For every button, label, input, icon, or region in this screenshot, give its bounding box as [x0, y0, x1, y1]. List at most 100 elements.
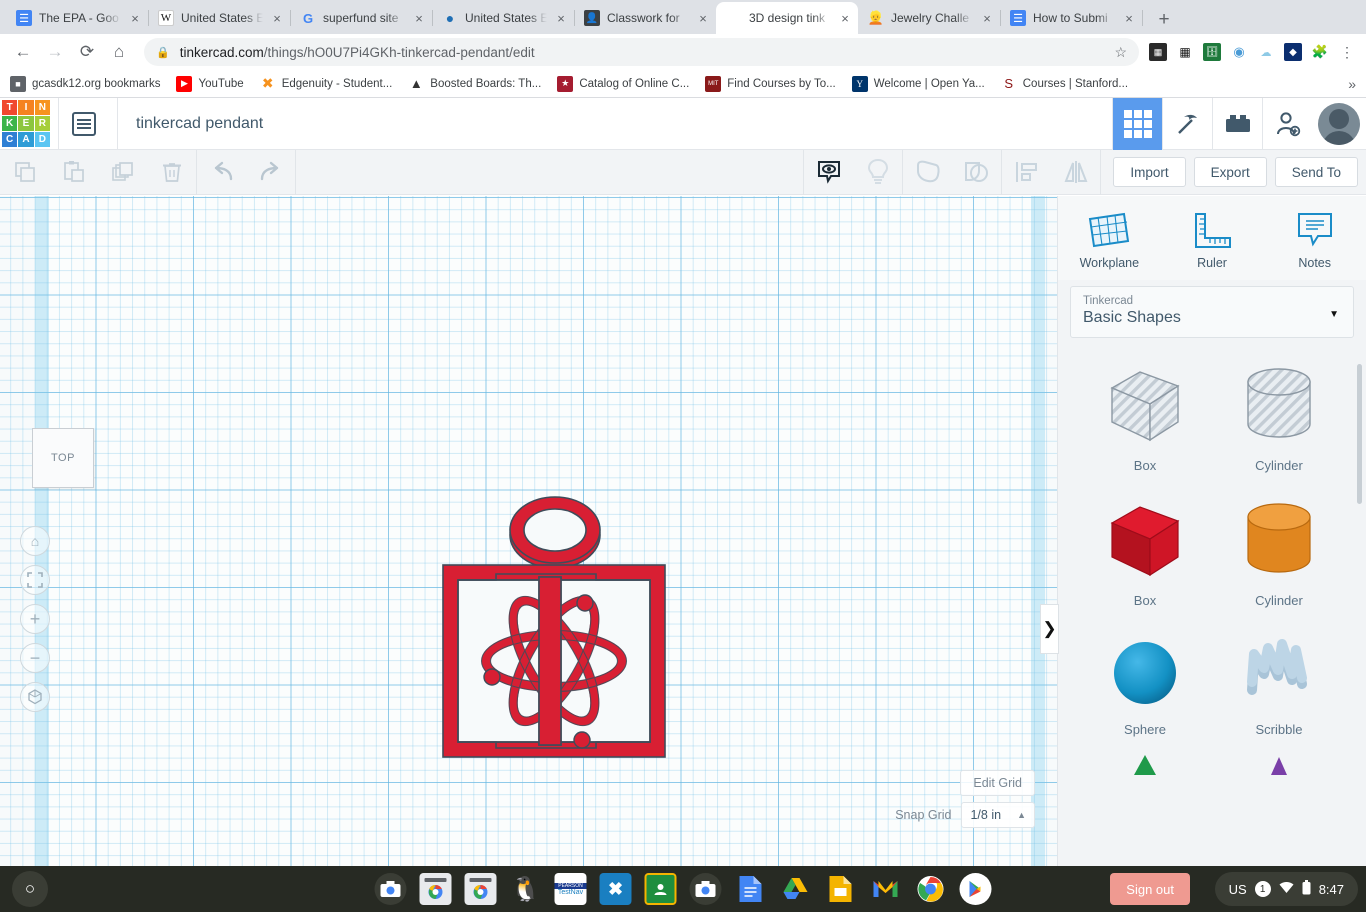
workplane-tool[interactable]: Workplane [1058, 210, 1161, 270]
duplicate-button[interactable] [98, 150, 147, 195]
shape-library-select[interactable]: Tinkercad Basic Shapes ▼ [1070, 286, 1354, 338]
google-drive-icon[interactable] [780, 873, 812, 905]
gmail-icon[interactable] [870, 873, 902, 905]
show-hide-button[interactable] [804, 150, 853, 195]
browser-tab[interactable]: 👤 Classwork for × [574, 2, 716, 34]
browser-tab[interactable]: ☰ The EPA - Goo × [6, 2, 149, 34]
3d-viewport[interactable]: TOP ⌂ + − Edit Grid Snap Grid 1/8 in ▲ [0, 196, 1057, 866]
light-button[interactable] [853, 150, 902, 195]
launcher-icon[interactable]: ○ [12, 871, 48, 907]
camera-app-icon[interactable] [374, 873, 407, 905]
view-cube[interactable]: TOP [32, 428, 94, 488]
align-button[interactable] [1002, 150, 1051, 195]
forward-button[interactable]: → [40, 37, 70, 67]
new-tab-button[interactable]: + [1150, 6, 1178, 34]
shape-item-scribble[interactable]: Scribble [1212, 634, 1346, 737]
edit-grid-button[interactable]: Edit Grid [960, 770, 1035, 796]
tab-close-icon[interactable]: × [128, 11, 142, 26]
shape-item-box-hole[interactable]: Box [1078, 364, 1212, 473]
grid-view-button[interactable] [1112, 97, 1162, 150]
export-button[interactable]: Export [1193, 157, 1267, 187]
camera-icon[interactable] [689, 873, 722, 905]
puzzle-icon[interactable]: 🧩 [1311, 43, 1329, 61]
paste-button[interactable] [49, 150, 98, 195]
shape-item-partial[interactable] [1078, 753, 1212, 775]
snap-grid-select[interactable]: 1/8 in ▲ [961, 802, 1035, 828]
chrome-app-2-icon[interactable] [464, 873, 497, 905]
ruler-tool[interactable]: Ruler [1161, 210, 1264, 270]
group-button[interactable] [903, 150, 952, 195]
bookmark-item[interactable]: ✖ Edgenuity - Student... [260, 75, 392, 92]
back-button[interactable]: ← [8, 37, 38, 67]
invite-button[interactable] [1262, 97, 1312, 150]
reload-button[interactable]: ⟳ [72, 37, 102, 67]
fit-view-icon[interactable] [20, 565, 50, 595]
browser-tab[interactable]: ● United States E × [432, 2, 575, 34]
pearson-testnav-icon[interactable]: PEARSON TestNav [554, 873, 587, 905]
bookmark-item[interactable]: Y Welcome | Open Ya... [851, 75, 985, 92]
tab-close-icon[interactable]: × [1122, 11, 1136, 26]
delete-button[interactable] [147, 150, 196, 195]
project-list-button[interactable] [59, 98, 109, 150]
panel-scrollbar[interactable] [1357, 364, 1362, 504]
pdf-icon[interactable]: ◆ [1284, 43, 1302, 61]
mirror-button[interactable] [1051, 150, 1100, 195]
copy-button[interactable] [0, 150, 49, 195]
chrome-app-1-icon[interactable] [419, 873, 452, 905]
google-slides-icon[interactable] [825, 873, 857, 905]
notes-tool[interactable]: Notes [1263, 210, 1366, 270]
chrome-icon[interactable] [915, 873, 947, 905]
shapes-list[interactable]: Box Cylinder Box Cylinder Sphere Scribbl… [1058, 350, 1366, 866]
bookmark-item[interactable]: ▶ YouTube [176, 75, 244, 92]
google-docs-icon[interactable] [735, 873, 767, 905]
browser-tab[interactable]: W United States E × [148, 2, 291, 34]
send-to-button[interactable]: Send To [1274, 157, 1358, 187]
browser-tab[interactable]: 👱 Jewelry Challe × [858, 2, 1001, 34]
qr-scan-icon[interactable]: ▦ [1149, 43, 1167, 61]
bookmark-item[interactable]: ▲ Boosted Boards: Th... [408, 76, 541, 92]
shape-item-cylinder-hole[interactable]: Cylinder [1212, 364, 1346, 473]
bookmark-item[interactable]: S Courses | Stanford... [1001, 76, 1128, 92]
pendant-atom-model[interactable] [442, 492, 666, 832]
bookmark-star-icon[interactable]: ☆ [1114, 44, 1127, 61]
kebab-menu-icon[interactable]: ⋮ [1338, 43, 1356, 61]
blocks-button[interactable] [1212, 97, 1262, 150]
home-icon[interactable]: ⌂ [20, 526, 50, 556]
address-bar[interactable]: 🔒 tinkercad.com/things/hO0U7Pi4GKh-tinke… [144, 38, 1139, 66]
qr-code-icon[interactable]: ▦ [1176, 43, 1194, 61]
redo-button[interactable] [246, 150, 295, 195]
zoom-out-icon[interactable]: − [20, 643, 50, 673]
tab-close-icon[interactable]: × [980, 11, 994, 26]
avatar[interactable] [1318, 102, 1360, 145]
bookmarks-overflow-icon[interactable]: » [1348, 76, 1356, 92]
play-store-icon[interactable] [959, 873, 992, 905]
collapse-panel-button[interactable]: ❯ [1040, 604, 1059, 654]
import-button[interactable]: Import [1113, 157, 1186, 187]
status-tray[interactable]: US 1 8:47 [1214, 872, 1358, 906]
browser-tab[interactable]: G superfund site × [290, 2, 433, 34]
sign-out-button[interactable]: Sign out [1110, 873, 1190, 905]
zoom-in-icon[interactable]: + [20, 604, 50, 634]
shape-item-partial[interactable] [1212, 753, 1346, 775]
tab-close-icon[interactable]: × [412, 11, 426, 26]
tab-close-icon[interactable]: × [838, 11, 852, 26]
home-button[interactable]: ⌂ [104, 37, 134, 67]
minecraft-button[interactable] [1162, 97, 1212, 150]
bookmark-item[interactable]: ■ gcasdk12.org bookmarks [10, 75, 160, 92]
browser-tab-active[interactable]: 3D design tink × [716, 2, 858, 34]
scanner-icon[interactable]: 🗄 [1203, 43, 1221, 61]
bookmark-item[interactable]: MIT Find Courses by To... [705, 75, 836, 92]
tinkercad-logo[interactable]: T I N K E R C A D [2, 99, 50, 148]
x-app-icon[interactable]: ✖ [599, 873, 632, 905]
word-cloud-icon[interactable]: ☁ [1257, 43, 1275, 61]
linux-terminal-icon[interactable]: 🐧 [510, 873, 542, 905]
perspective-toggle-icon[interactable] [20, 682, 50, 712]
shape-item-cylinder-solid[interactable]: Cylinder [1212, 499, 1346, 608]
shape-item-box-solid[interactable]: Box [1078, 499, 1212, 608]
ungroup-button[interactable] [952, 150, 1001, 195]
tab-close-icon[interactable]: × [554, 11, 568, 26]
tab-close-icon[interactable]: × [696, 11, 710, 26]
page-title[interactable]: tinkercad pendant [136, 115, 263, 133]
shape-item-sphere[interactable]: Sphere [1078, 634, 1212, 737]
google-classroom-icon[interactable] [644, 873, 677, 905]
